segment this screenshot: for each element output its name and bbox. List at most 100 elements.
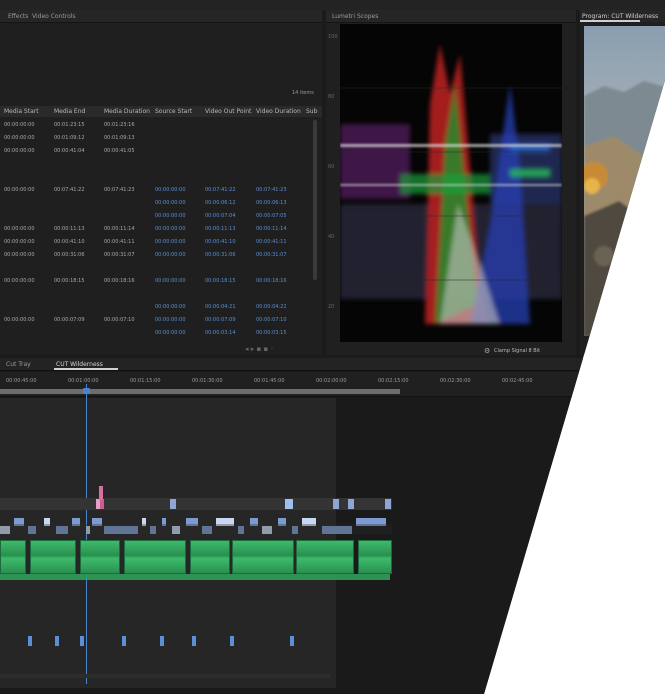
table-row[interactable] — [0, 159, 312, 169]
audio-clip[interactable] — [30, 540, 76, 574]
col-header[interactable]: Media End — [54, 108, 85, 115]
col-header[interactable]: Video Duration — [256, 108, 301, 115]
video-frame — [584, 26, 665, 336]
table-row[interactable]: 00:00:00:00 00:01:23:15 00:01:23:16 — [0, 120, 312, 130]
playhead-handle[interactable] — [83, 388, 90, 394]
table-cell: 00:07:41:23 — [256, 187, 287, 193]
table-cell: 00:00:00:00 — [155, 278, 186, 284]
table-cell: 00:01:23:16 — [104, 122, 135, 128]
tab-program-monitor[interactable]: Program: CUT Wilderness — [582, 13, 658, 20]
playhead[interactable] — [86, 384, 87, 684]
scopes-clamp-label[interactable]: Clamp Signal 8 Bit — [494, 348, 540, 354]
ruler-tick-label: 00:00:45:00 — [6, 378, 37, 384]
scale-label: 40 — [328, 234, 335, 240]
audio-clip[interactable] — [190, 540, 230, 574]
time-ruler[interactable]: 00:00:45:00 00:01:00:00 00:01:15:00 00:0… — [0, 372, 665, 397]
table-row[interactable]: 00:00:00:00 00:00:06:12 00:00:06:13 — [0, 198, 312, 208]
table-cell: 00:00:41:10 — [205, 239, 236, 245]
audio-clip[interactable] — [124, 540, 186, 574]
top-bar — [0, 0, 665, 10]
audio-keyframe[interactable] — [230, 636, 234, 646]
audio-clip[interactable] — [80, 540, 120, 574]
project-panel-tabs: Effects Video Controls — [0, 10, 322, 23]
audio-clip[interactable] — [0, 540, 26, 574]
table-cell: 00:00:04:22 — [256, 304, 287, 310]
video-clip[interactable] — [170, 499, 176, 509]
table-row[interactable] — [0, 289, 312, 299]
col-header[interactable]: Source Start — [155, 108, 192, 115]
table-row[interactable]: 00:00:00:00 00:01:09:12 00:01:09:13 — [0, 133, 312, 143]
table-cell: 00:00:18:15 — [205, 278, 236, 284]
table-cell: 00:00:00:00 — [155, 213, 186, 219]
audio-clip[interactable] — [296, 540, 354, 574]
col-header[interactable]: Video Out Point — [205, 108, 251, 115]
project-tab-2[interactable]: Video Controls — [32, 13, 76, 20]
table-row[interactable]: 00:00:00:00 00:00:41:04 00:00:41:05 — [0, 146, 312, 156]
video-clip[interactable] — [285, 499, 293, 509]
rgb-parade-waveform — [340, 24, 562, 342]
col-header[interactable]: Media Duration — [104, 108, 150, 115]
table-cell: 00:00:00:00 — [4, 226, 35, 232]
scopes-panel: Lumetri Scopes 100 80 60 40 20 ⚙ Clamp S… — [326, 10, 576, 355]
table-row[interactable]: 00:00:00:00 00:00:04:21 00:00:04:22 — [0, 302, 312, 312]
audio-track-a2[interactable] — [0, 574, 390, 580]
video-clip[interactable] — [348, 499, 354, 509]
table-row[interactable]: 00:00:00:00 00:07:41:22 00:07:41:23 00:00:0… — [0, 185, 312, 195]
audio-clip[interactable] — [232, 540, 294, 574]
ruler-tick-label: 00:02:45:00 — [502, 378, 533, 384]
video-clip[interactable] — [333, 499, 339, 509]
active-tab-indicator — [54, 368, 118, 370]
table-cell: 00:00:00:00 — [4, 278, 35, 284]
ruler-tick-label: 00:01:30:00 — [192, 378, 223, 384]
table-cell: 00:00:11:14 — [104, 226, 135, 232]
scale-label: 80 — [328, 94, 335, 100]
table-row[interactable] — [0, 263, 312, 273]
table-row[interactable] — [0, 172, 312, 182]
video-clip[interactable] — [100, 499, 104, 509]
table-row[interactable]: 00:00:00:00 00:00:18:15 00:00:18:16 00:00:0… — [0, 276, 312, 286]
table-cell: 00:00:00:00 — [4, 135, 35, 141]
program-tab-bar: Program: CUT Wilderness — [580, 10, 665, 22]
audio-keyframe[interactable] — [290, 636, 294, 646]
table-cell: 00:00:41:05 — [104, 148, 135, 154]
ruler-tick-label: 00:01:45:00 — [254, 378, 285, 384]
wrench-icon[interactable]: ⚙ — [484, 347, 490, 355]
audio-keyframe[interactable] — [80, 636, 84, 646]
table-row[interactable]: 00:00:00:00 00:00:07:09 00:00:07:10 00:00:0… — [0, 315, 312, 325]
tab-sequence-1[interactable]: Cut Tray — [6, 361, 31, 368]
audio-clip[interactable] — [358, 540, 392, 574]
audio-keyframe[interactable] — [55, 636, 59, 646]
timeline-scrollbar[interactable] — [0, 674, 330, 678]
tab-sequence-2[interactable]: CUT Wilderness — [56, 361, 103, 368]
table-row[interactable]: 00:00:00:00 00:00:31:06 00:00:31:07 00:00:0… — [0, 250, 312, 260]
video-track-v1[interactable] — [0, 524, 392, 534]
tab-lumetri-scopes[interactable]: Lumetri Scopes — [332, 13, 378, 20]
video-clip[interactable] — [385, 499, 391, 509]
project-tab-1[interactable]: Effects — [8, 13, 28, 20]
table-cell: 00:00:18:15 — [54, 278, 85, 284]
table-cell: 00:00:03:14 — [205, 330, 236, 336]
table-cell: 00:07:41:22 — [205, 187, 236, 193]
table-row[interactable]: 00:00:00:00 00:00:03:14 00:00:03:15 — [0, 328, 312, 338]
table-row[interactable]: 00:00:00:00 00:00:41:10 00:00:41:11 00:00:0… — [0, 237, 312, 247]
project-item-count: 14 items — [292, 90, 314, 96]
audio-keyframe[interactable] — [122, 636, 126, 646]
col-header[interactable]: Media Start — [4, 108, 39, 115]
ruler-tick-label: 00:02:15:00 — [378, 378, 409, 384]
audio-keyframe[interactable] — [192, 636, 196, 646]
panel-controls-icon[interactable]: ◂ ▸ ▪ ▪ ◦ — [245, 345, 275, 353]
table-cell: 00:00:31:07 — [256, 252, 287, 258]
col-header[interactable]: Sub — [306, 108, 317, 115]
table-cell: 00:00:31:06 — [54, 252, 85, 258]
table-row[interactable]: 00:00:00:00 00:00:07:04 00:00:07:05 — [0, 211, 312, 221]
table-cell: 00:00:00:00 — [155, 239, 186, 245]
playhead-marker[interactable] — [99, 486, 103, 500]
table-cell: 00:00:00:00 — [155, 200, 186, 206]
audio-keyframe[interactable] — [28, 636, 32, 646]
table-row[interactable]: 00:00:00:00 00:00:11:13 00:00:11:14 00:00:0… — [0, 224, 312, 234]
table-cell: 00:00:00:00 — [4, 252, 35, 258]
work-area-bar[interactable] — [0, 389, 400, 394]
audio-keyframe[interactable] — [160, 636, 164, 646]
table-cell: 00:00:11:13 — [205, 226, 236, 232]
project-scrollbar[interactable] — [313, 120, 317, 280]
